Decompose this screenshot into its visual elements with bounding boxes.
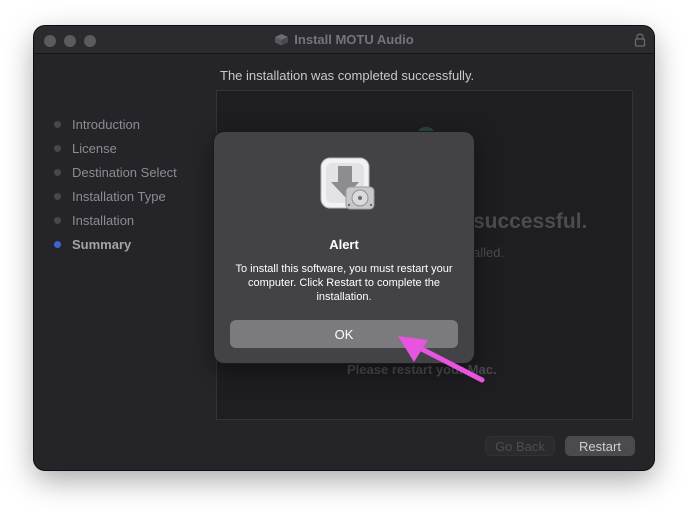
step-label: Installation [72, 212, 135, 228]
step-current-dot-icon [54, 240, 61, 248]
step-license: License [54, 136, 177, 160]
title-bar: Install MOTU Audio [34, 26, 654, 54]
step-introduction: Introduction [54, 112, 177, 136]
step-label: Destination Select [72, 164, 177, 180]
go-back-button[interactable]: Go Back [485, 436, 555, 456]
window-title: Install MOTU Audio [34, 32, 654, 47]
step-label: License [72, 140, 117, 156]
installed-message: alled. [473, 245, 505, 260]
window-title-text: Install MOTU Audio [294, 32, 414, 47]
alert-dialog: Alert To install this software, you must… [214, 132, 474, 363]
pointer-arrow-icon [398, 336, 485, 383]
alert-title: Alert [329, 237, 359, 252]
step-dot-icon [54, 216, 61, 224]
package-icon [275, 34, 289, 46]
step-label: Summary [72, 236, 132, 252]
step-dot-icon [54, 144, 61, 152]
step-summary: Summary [54, 232, 177, 256]
step-installation-type: Installation Type [54, 184, 177, 208]
restart-button[interactable]: Restart [565, 436, 635, 456]
lock-icon [634, 33, 646, 47]
step-dot-icon [54, 192, 61, 200]
step-dot-icon [54, 168, 61, 176]
step-label: Installation Type [72, 188, 166, 204]
page-heading: The installation was completed successfu… [220, 68, 475, 83]
step-destination-select: Destination Select [54, 160, 177, 184]
success-message: successful. [473, 210, 588, 233]
alert-message: To install this software, you must resta… [235, 263, 453, 303]
installer-package-icon [320, 157, 375, 210]
step-dot-icon [54, 120, 61, 128]
step-installation: Installation [54, 208, 177, 232]
installer-steps: Introduction License Destination Select … [54, 112, 177, 256]
step-label: Introduction [72, 116, 140, 132]
